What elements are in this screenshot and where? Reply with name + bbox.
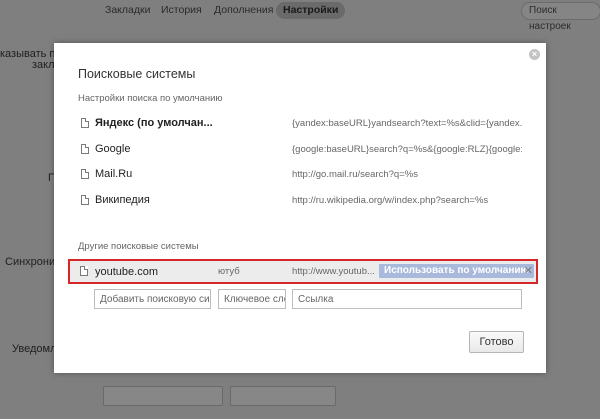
settings-search-input[interactable]: Поиск настроек bbox=[521, 2, 600, 32]
bg-button-2 bbox=[230, 386, 336, 406]
new-engine-url-input[interactable] bbox=[292, 289, 522, 309]
engine-url: http://go.mail.ru/search?q=%s bbox=[292, 169, 418, 180]
default-search-section-label: Настройки поиска по умолчанию bbox=[78, 93, 223, 104]
nav-tab-bookmarks[interactable]: Закладки bbox=[98, 2, 157, 19]
engine-url: http://ru.wikipedia.org/w/index.php?sear… bbox=[292, 195, 489, 206]
make-default-button[interactable]: Использовать по умолчанию bbox=[379, 264, 535, 278]
search-engines-dialog: × Поисковые системы Настройки поиска по … bbox=[54, 43, 546, 373]
engine-url: {google:baseURL}search?q=%s&{google:RLZ}… bbox=[292, 144, 522, 155]
nav-tab-extensions[interactable]: Дополнения bbox=[207, 2, 280, 19]
dialog-title: Поисковые системы bbox=[78, 67, 196, 81]
page-icon bbox=[80, 266, 88, 276]
close-icon[interactable]: × bbox=[529, 49, 540, 60]
engine-name: Mail.Ru bbox=[95, 168, 133, 180]
engine-row-mailru[interactable]: Mail.Ru http://go.mail.ru/search?q=%s bbox=[78, 164, 528, 188]
engine-name: Википедия bbox=[95, 194, 150, 206]
engine-name: Яндекс (по умолчан... bbox=[95, 117, 213, 129]
engine-row-wikipedia[interactable]: Википедия http://ru.wikipedia.org/w/inde… bbox=[78, 190, 528, 214]
engine-url: http://www.youtub... bbox=[292, 266, 375, 277]
nav-tab-history[interactable]: История bbox=[154, 2, 209, 19]
bg-label-sync: Синхрониз bbox=[5, 256, 61, 268]
bg-button-1 bbox=[103, 386, 223, 406]
bg-label-notifications: Уведомл bbox=[12, 343, 57, 355]
new-engine-keyword-input[interactable] bbox=[218, 289, 286, 309]
remove-icon[interactable]: ✕ bbox=[524, 264, 533, 278]
new-engine-name-input[interactable] bbox=[94, 289, 211, 309]
engine-name: youtube.com bbox=[95, 266, 158, 278]
engine-url: {yandex:baseURL}yandsearch?text=%s&clid=… bbox=[292, 118, 522, 129]
engine-row-youtube[interactable]: youtube.com ютуб http://www.youtub... Ис… bbox=[68, 259, 538, 284]
top-navigation: Закладки История Дополнения Настройки По… bbox=[0, 0, 600, 32]
engine-keyword: ютуб bbox=[218, 266, 240, 277]
page-icon bbox=[81, 169, 89, 179]
bg-label-bookmarks: закл bbox=[32, 59, 55, 71]
engine-row-google[interactable]: Google {google:baseURL}search?q=%s&{goog… bbox=[78, 139, 528, 163]
page-icon bbox=[81, 195, 89, 205]
done-button[interactable]: Готово bbox=[469, 331, 524, 353]
engine-name: Google bbox=[95, 143, 131, 155]
page-icon bbox=[81, 118, 89, 128]
engine-row-yandex[interactable]: Яндекс (по умолчан... {yandex:baseURL}ya… bbox=[78, 113, 528, 137]
nav-tab-settings[interactable]: Настройки bbox=[276, 2, 346, 19]
other-search-section-label: Другие поисковые системы bbox=[78, 241, 199, 252]
page-icon bbox=[81, 144, 89, 154]
